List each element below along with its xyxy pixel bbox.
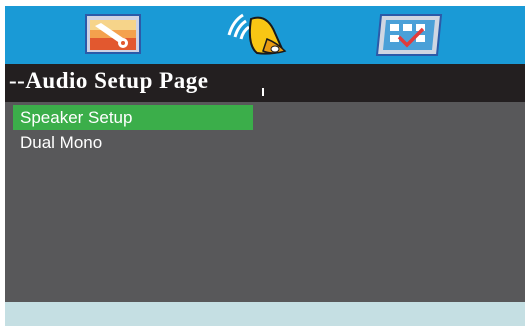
- general-setup-icon: [85, 14, 141, 54]
- menu-item-dual-mono[interactable]: Dual Mono: [13, 130, 253, 155]
- preference-checkmark-icon: [375, 14, 443, 56]
- setup-menu-screen: --Audio Setup Page Speaker Setup Dual Mo…: [5, 6, 525, 326]
- tab-preference[interactable]: [375, 9, 447, 59]
- tab-icon-bar: [5, 6, 525, 64]
- setup-menu-list: Speaker Setup Dual Mono: [13, 105, 253, 155]
- help-bar: [5, 302, 525, 326]
- speaker-icon: [227, 13, 287, 55]
- tab-audio-setup[interactable]: [223, 9, 295, 59]
- text-cursor: [262, 88, 264, 96]
- page-title: --Audio Setup Page: [9, 68, 209, 93]
- menu-item-speaker-setup[interactable]: Speaker Setup: [13, 105, 253, 130]
- page-title-bar: --Audio Setup Page: [5, 64, 525, 102]
- tab-general-setup[interactable]: [77, 9, 149, 59]
